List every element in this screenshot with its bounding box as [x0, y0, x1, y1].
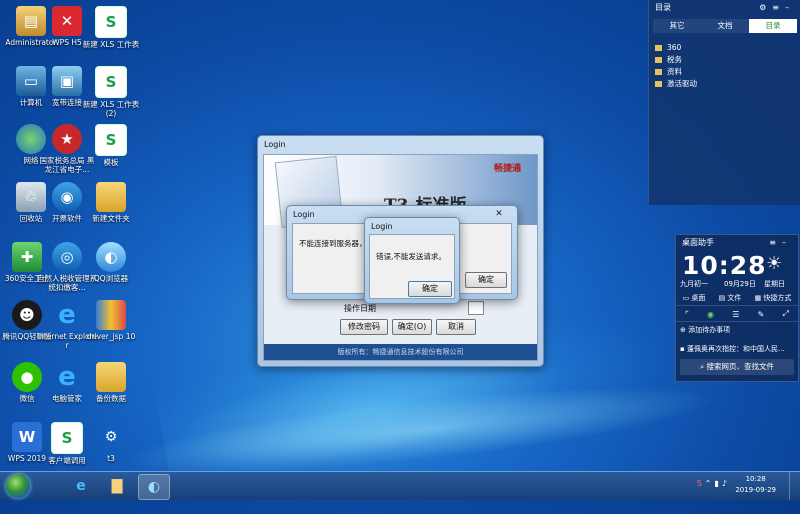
directory-panel: 目录 ⚙≡– 其它 文档 目录 360 税务 资料 激活驱动: [648, 0, 800, 205]
error-ok-button[interactable]: 确定: [408, 281, 452, 297]
list-icon[interactable]: ☰: [732, 310, 739, 319]
panel-title: 桌面助手: [682, 238, 714, 247]
change-password-button[interactable]: 修改密码: [340, 319, 388, 335]
minimize-icon[interactable]: –: [785, 3, 795, 12]
close-icon[interactable]: ✕: [489, 208, 509, 220]
folder-icon: [96, 362, 126, 392]
clock-time: 10:28: [682, 251, 767, 280]
invoice-software-icon: ◉: [52, 182, 82, 212]
desktop-icon-qq-browser[interactable]: ◐ QQ浏览器: [80, 242, 142, 283]
taskbar-date: 2019-09-29: [735, 486, 776, 494]
desktop-icon-new-folder[interactable]: 新建文件夹: [80, 182, 142, 223]
settings-icon[interactable]: ⚙: [759, 3, 772, 12]
show-desktop-button[interactable]: [789, 472, 800, 500]
taskbar-time: 10:28: [745, 475, 766, 483]
sun-icon: ☀: [766, 253, 783, 274]
error-message: 错误,不能发送请求。: [376, 252, 446, 261]
template-icon: S: [95, 124, 127, 156]
start-button[interactable]: [6, 474, 30, 498]
capture-icon[interactable]: ⌜: [685, 310, 689, 319]
add-todo[interactable]: ⊕ 添加待办事项: [680, 325, 730, 335]
desktop-link[interactable]: ▭ 桌面: [683, 293, 706, 303]
ok-button[interactable]: 确定(O): [392, 319, 432, 335]
file-explorer-icon[interactable]: ▇: [102, 474, 132, 498]
panel-header: 目录 ⚙≡–: [649, 0, 800, 16]
panel-header: 桌面助手 ≡–: [676, 235, 798, 251]
shortcuts-link[interactable]: ▦ 快捷方式: [755, 293, 792, 303]
copyright-footer: 版权所有：畅捷通信息技术股份有限公司: [264, 344, 537, 360]
window-title: Login: [264, 140, 286, 149]
folder-icon: [96, 182, 126, 212]
desktop-icon-backup[interactable]: 备份数据: [80, 362, 142, 403]
wps-icon: ✕: [52, 6, 82, 36]
folder-icon: [655, 57, 662, 63]
eye-icon[interactable]: ◉: [707, 310, 714, 319]
calendar-date: 09月29日: [724, 280, 756, 288]
ie-icon: e: [58, 362, 76, 392]
tab-other[interactable]: 其它: [653, 19, 701, 33]
weekday: 星期日: [764, 280, 785, 288]
t3-icon: ⚙: [104, 429, 118, 445]
qq-browser-icon[interactable]: ◐: [138, 474, 170, 500]
menu-icon[interactable]: ≡: [772, 3, 785, 12]
volume-icon[interactable]: ♪: [722, 479, 730, 488]
search-web-button[interactable]: ⌕ 搜索网页、查找文件: [680, 359, 794, 375]
archive-icon: [96, 300, 126, 330]
assistant-links: ▭ 桌面 ▤ 文件 ▦ 快捷方式: [676, 291, 798, 306]
desktop-icon-new-xls-2[interactable]: S 新建 XLS 工作表 (2): [80, 66, 142, 118]
panel-controls[interactable]: ≡–: [769, 235, 792, 251]
assistant-toolbar: ⌜ ◉ ☰ ✎ ⤢: [676, 307, 798, 322]
cancel-button[interactable]: 取消: [436, 319, 476, 335]
brush-icon[interactable]: ✎: [758, 310, 765, 319]
date-picker-button[interactable]: [468, 301, 484, 315]
desktop-icon-template[interactable]: S 模板: [80, 124, 142, 167]
menu-icon[interactable]: ≡: [769, 238, 782, 247]
dialog-ok-button[interactable]: 确定: [465, 272, 507, 288]
taskbar-clock[interactable]: 10:28 2019-09-29: [735, 474, 776, 496]
panel-controls[interactable]: ⚙≡–: [759, 0, 795, 16]
folder-icon: [655, 69, 662, 75]
operation-date-label: 操作日期: [344, 304, 376, 313]
desktop-icon-t3[interactable]: ⚙ t3: [80, 422, 142, 463]
desktop-icon-driver[interactable]: driver_jsp 10: [80, 300, 142, 341]
directory-item[interactable]: 资料: [649, 66, 800, 78]
taskbar: e ▇ ◐ S⌃▮♪ 10:28 2019-09-29: [0, 471, 800, 500]
directory-item[interactable]: 360: [649, 42, 800, 54]
tab-directory[interactable]: 目录: [749, 19, 797, 33]
spreadsheet-icon: S: [95, 66, 127, 98]
network-icon[interactable]: ▮: [714, 479, 721, 488]
lunar-date: 九月初一: [680, 280, 708, 288]
tab-documents[interactable]: 文档: [701, 19, 749, 33]
panel-title: 目录: [655, 3, 671, 12]
files-link[interactable]: ▤ 文件: [719, 293, 742, 303]
directory-item[interactable]: 激活驱动: [649, 78, 800, 90]
desktop-assistant-panel: 桌面助手 ≡– 10:28 ☀ 九月初一 09月29日 星期日 ▭ 桌面 ▤ 文…: [675, 234, 799, 382]
system-tray[interactable]: S⌃▮♪: [697, 479, 730, 488]
folder-icon: [655, 81, 662, 87]
folder-icon: [655, 45, 662, 51]
directory-item[interactable]: 税务: [649, 54, 800, 66]
tax-system-icon: ◎: [52, 242, 82, 272]
error-dialog: Login 错误,不能发送请求。 确定: [364, 217, 460, 304]
expand-icon[interactable]: ⤢: [782, 309, 788, 319]
ie-icon: e: [58, 300, 76, 330]
dialog-body: 错误,不能发送请求。 确定: [369, 234, 455, 299]
minimize-icon[interactable]: –: [782, 238, 792, 247]
tax-bureau-icon: ★: [52, 124, 82, 154]
spreadsheet-icon: S: [95, 6, 127, 38]
broadband-icon: ▣: [52, 66, 82, 96]
desktop-icon-new-xls[interactable]: S 新建 XLS 工作表: [80, 6, 142, 49]
news-headline[interactable]: ▪ 蓬佩奥再次指控：和中国人民...: [680, 344, 785, 354]
input-method-icon[interactable]: S: [697, 479, 705, 488]
ie-icon[interactable]: e: [66, 474, 96, 498]
brand-logo: 畅捷通: [493, 164, 521, 174]
directory-tabs: 其它 文档 目录: [653, 19, 797, 33]
document-icon: S: [51, 422, 83, 454]
qq-browser-icon: ◐: [96, 242, 126, 272]
